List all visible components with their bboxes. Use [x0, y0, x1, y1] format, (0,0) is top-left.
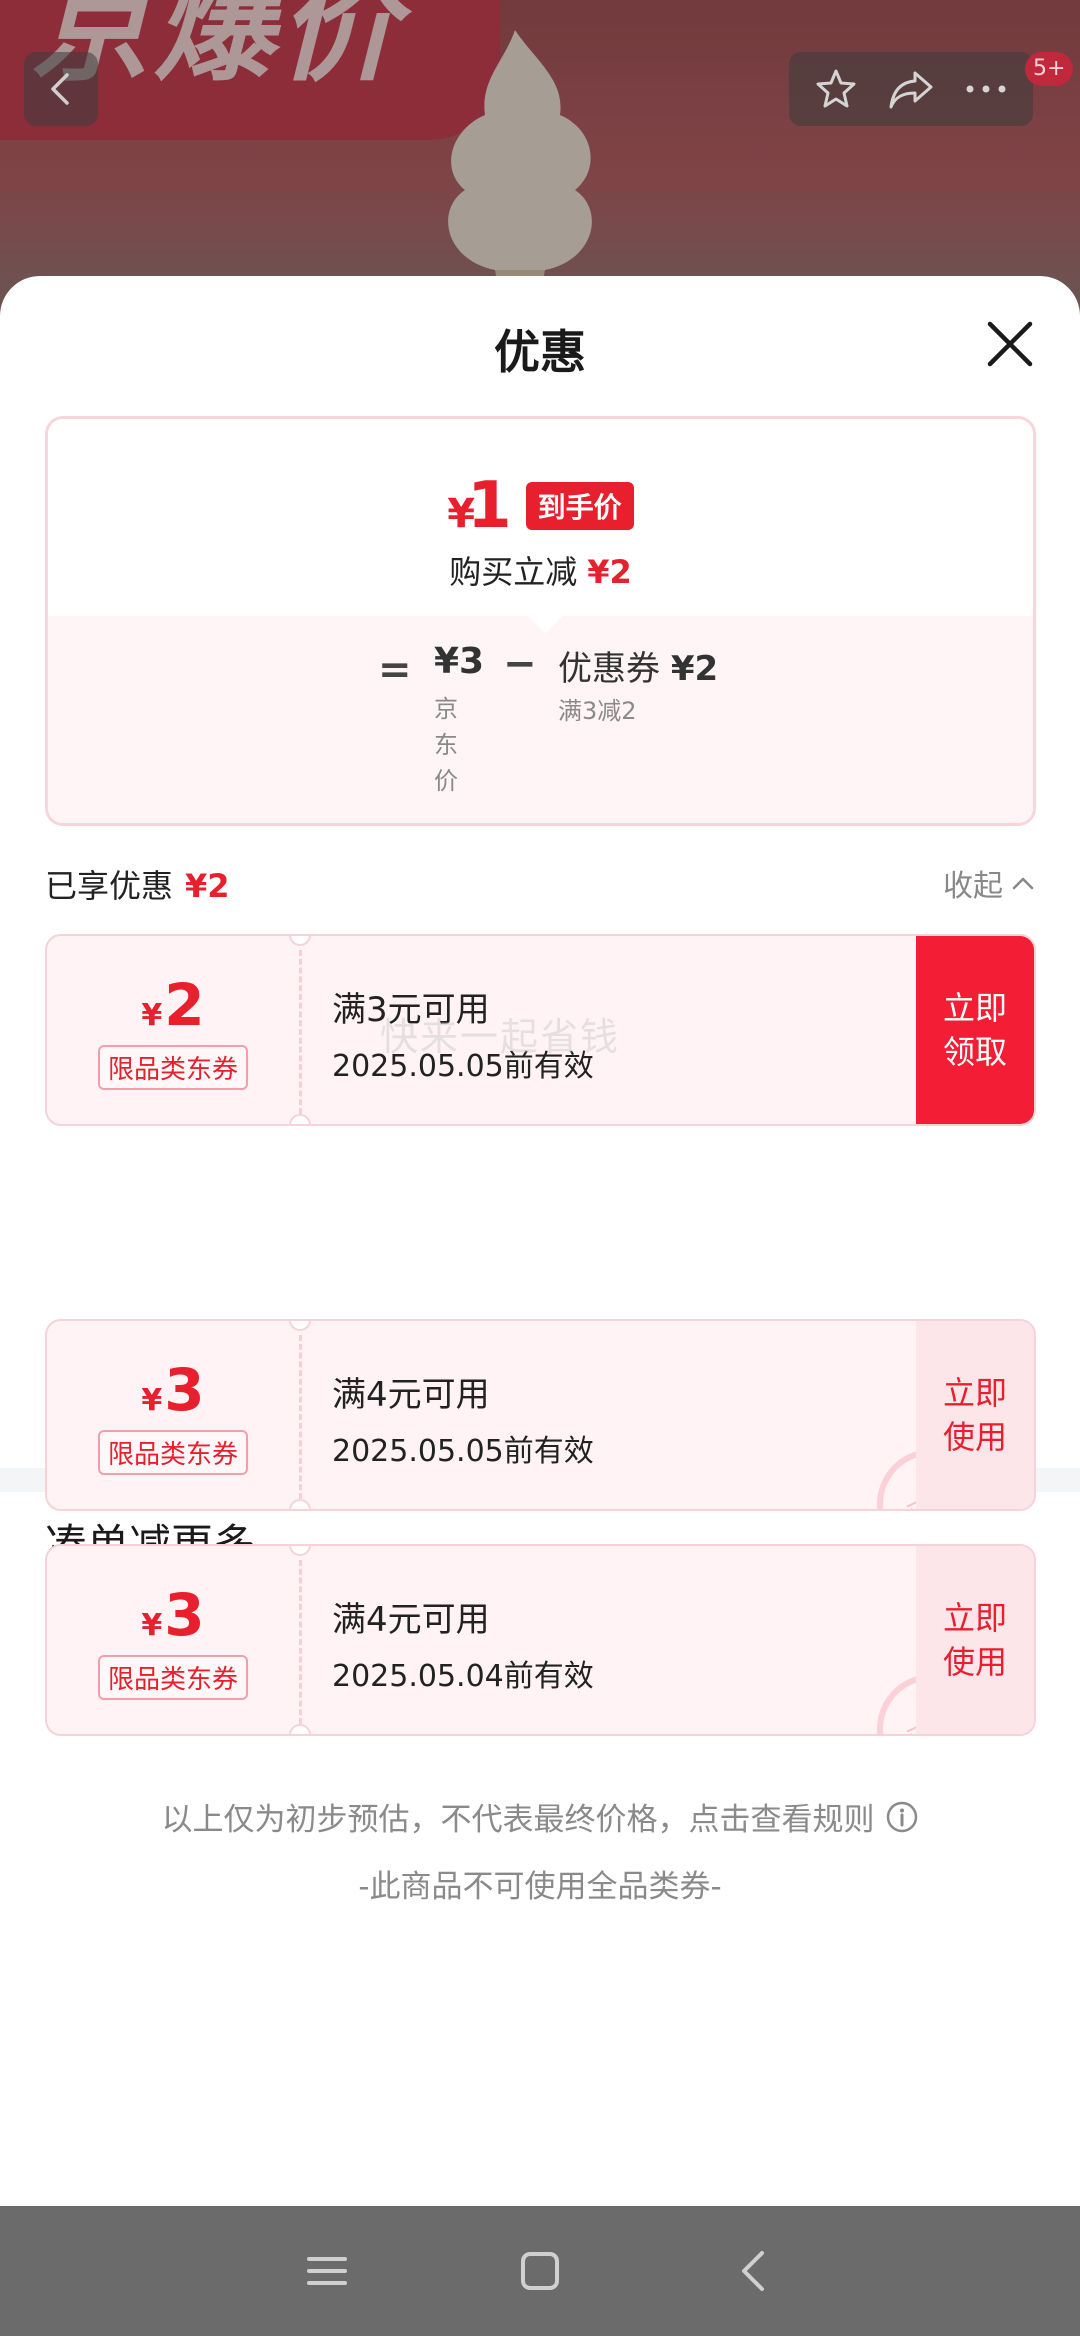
- coupon-condition: 满4元可用: [332, 1600, 490, 1640]
- formula-minus: −: [503, 641, 537, 687]
- price-summary-card: ¥ 1 到手价 购买立减 ¥2 = ¥3 京 东 价 − 优惠券 ¥2 满3减2: [45, 416, 1036, 826]
- coupon-notch: [289, 1114, 311, 1124]
- coupon-divider: [299, 950, 302, 1114]
- coupon-type-tag: 限品类东券: [97, 1429, 248, 1475]
- formula-equals: =: [378, 647, 412, 693]
- instant-reduce-line: 购买立减 ¥2: [48, 547, 1033, 593]
- coupon-notch: [289, 1724, 311, 1734]
- rules-note[interactable]: 以上仅为初步预估，不代表最终价格，点击查看规则: [0, 1794, 1080, 1839]
- back-arrow-icon: [742, 2251, 765, 2291]
- message-count-badge: 5+: [1025, 52, 1074, 86]
- system-nav-bar: [0, 2206, 1080, 2336]
- final-price-tag: 到手价: [525, 482, 634, 530]
- instant-reduce-label: 购买立减: [449, 553, 578, 591]
- sheet-title: 优惠: [494, 325, 586, 379]
- claim-coupon-button[interactable]: 立即 领取: [916, 936, 1034, 1124]
- info-icon: [886, 1801, 917, 1832]
- top-action-group: [789, 52, 1033, 126]
- coupon-amount: ¥ 3: [141, 1355, 205, 1424]
- formula-coupon-label: 优惠券: [558, 649, 660, 689]
- formula-coupon: 优惠券 ¥2: [558, 641, 718, 690]
- background-product-page: 京爆价: [0, 0, 1080, 320]
- home-square-icon: [520, 2252, 559, 2290]
- enjoyed-discount: 已享优惠 ¥2: [45, 861, 230, 907]
- jd-price-label: 京 东 价: [434, 695, 458, 795]
- menu-button[interactable]: [287, 2231, 367, 2311]
- summary-breakdown: [48, 616, 1033, 823]
- final-price-row: ¥ 1 到手价: [48, 469, 1033, 543]
- rules-note-text: 以上仅为初步预估，不代表最终价格，点击查看规则: [161, 1802, 875, 1838]
- chevron-up-icon: [1012, 877, 1034, 890]
- use-coupon-button[interactable]: 立即 使用: [916, 1321, 1034, 1509]
- enjoyed-amount: ¥2: [185, 867, 230, 905]
- final-price-value: 1: [467, 469, 512, 543]
- coupon-card: ¥ 3 限品类东券 满4元可用 2025.05.05前有效 已领 立即 使用: [45, 1319, 1036, 1511]
- close-icon[interactable]: [978, 312, 1042, 376]
- coupon-card: ¥ 3 限品类东券 满4元可用 2025.05.04前有效 已领 立即 使用: [45, 1544, 1036, 1736]
- nav-back-button[interactable]: [713, 2231, 793, 2311]
- coupon-value-panel: ¥ 3 限品类东券: [47, 1546, 299, 1734]
- jd-price-value: ¥3: [434, 641, 485, 682]
- back-button[interactable]: [24, 52, 98, 126]
- coupon-value-panel: ¥ 3 限品类东券: [47, 1321, 299, 1509]
- star-icon: [816, 69, 856, 108]
- more-dots-icon: [966, 85, 1006, 93]
- collapse-toggle[interactable]: 收起: [943, 861, 1035, 905]
- share-button[interactable]: [880, 58, 942, 120]
- coupon-details: 满4元可用 2025.05.05前有效: [332, 1367, 594, 1470]
- chevron-left-icon: [51, 73, 69, 105]
- coupon-value-panel: ¥ 2 限品类东券: [47, 936, 299, 1124]
- coupon-divider: [299, 1560, 302, 1724]
- discount-sheet: 优惠 ¥ 1 到手价 购买立减 ¥2 = ¥3 京 东 价 − 优惠券 ¥2 满…: [0, 276, 1080, 2206]
- home-button[interactable]: [500, 2231, 580, 2311]
- watermark: 快来一起省钱: [380, 1015, 621, 1059]
- formula-coupon-condition: 满3减2: [558, 697, 637, 725]
- share-icon: [889, 71, 933, 109]
- coupon-divider: [299, 1335, 302, 1499]
- coupon-type-tag: 限品类东券: [97, 1044, 248, 1090]
- coupon-details: 满4元可用 2025.05.04前有效: [332, 1592, 594, 1695]
- coupon-validity: 2025.05.05前有效: [332, 1434, 594, 1469]
- enjoyed-label: 已享优惠: [45, 867, 174, 905]
- more-button[interactable]: [955, 58, 1017, 120]
- dim-overlay: [0, 0, 1080, 320]
- instant-reduce-amount: ¥2: [587, 553, 632, 591]
- coupon-amount: ¥ 3: [141, 1580, 205, 1649]
- collapse-label: 收起: [943, 869, 1003, 904]
- coupon-type-tag: 限品类东券: [97, 1654, 248, 1700]
- category-coupon-note: -此商品不可使用全品类券-: [358, 1869, 722, 1905]
- coupon-notch: [289, 1499, 311, 1509]
- favorite-button[interactable]: [805, 58, 867, 120]
- menu-icon: [306, 2257, 347, 2285]
- use-coupon-button[interactable]: 立即 使用: [916, 1546, 1034, 1734]
- coupon-validity: 2025.05.04前有效: [332, 1659, 594, 1694]
- formula-coupon-amount: ¥2: [670, 649, 719, 689]
- coupon-condition: 满4元可用: [332, 1375, 490, 1415]
- coupon-amount: ¥ 2: [141, 970, 205, 1039]
